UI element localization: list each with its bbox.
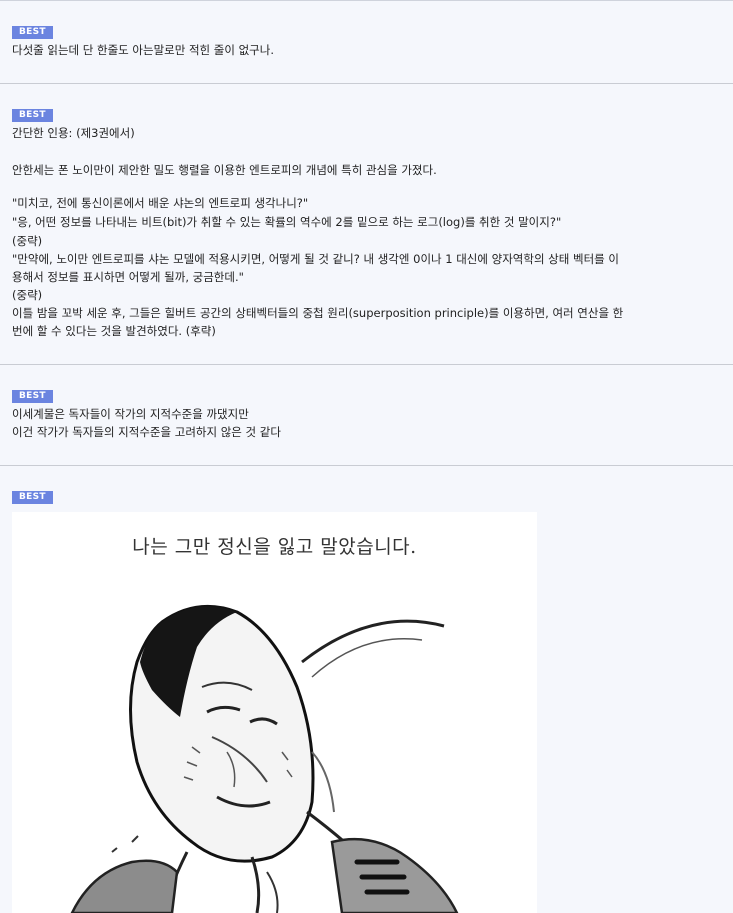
comment-text-line: 간단한 인용: (제3권에서) xyxy=(12,126,135,140)
comment-text-line: 이건 작가가 독자들의 지적수준을 고려하지 않은 것 같다 xyxy=(12,425,281,439)
comment-divider xyxy=(0,364,733,365)
comment-text-line: 안한세는 폰 노이만이 제안한 밀도 행렬을 이용한 엔트로피의 개념에 특히 … xyxy=(12,163,437,177)
best-badge: BEST xyxy=(12,390,53,403)
comment-text-line: "응, 어떤 정보를 나타내는 비트(bit)가 취할 수 있는 확률의 역수에… xyxy=(12,215,562,229)
best-badge: BEST xyxy=(12,109,53,122)
comment-text-line: "만약에, 노이만 엔트로피를 샤논 모델에 적용시키면, 어떻게 될 것 같니… xyxy=(12,252,619,266)
comment-text-line: 이틀 밤을 꼬박 세운 후, 그들은 힐버트 공간의 상태벡터들의 중첩 원리(… xyxy=(12,306,624,320)
comment-text-line: "미치코, 전에 통신이론에서 배운 샤논의 엔트로피 생각나니?" xyxy=(12,196,309,210)
comment-text-line: 용해서 정보를 표시하면 어떻게 될까, 궁금한데." xyxy=(12,270,244,284)
comment-list: BEST 다섯줄 읽는데 단 한줄도 아는말로만 적힌 줄이 없구나. BEST… xyxy=(0,0,733,913)
comment-text-line: 다섯줄 읽는데 단 한줄도 아는말로만 적힌 줄이 없구나. xyxy=(12,43,275,57)
best-badge: BEST xyxy=(12,26,53,39)
comment-divider xyxy=(0,83,733,84)
fainting-man-illustration xyxy=(70,604,459,913)
comment-divider xyxy=(0,465,733,466)
comment-text-line: (중략) xyxy=(12,288,43,302)
comment-text-line: 번에 할 수 있다는 것을 발견하였다. (후략) xyxy=(12,324,216,338)
best-badge: BEST xyxy=(12,491,53,504)
comment-text-line: (중략) xyxy=(12,234,43,248)
meme-caption: 나는 그만 정신을 잃고 말았습니다. xyxy=(132,536,417,558)
comment-text-line: 이세계물은 독자들이 작가의 지적수준을 까댔지만 xyxy=(12,407,249,421)
top-divider xyxy=(0,0,733,1)
meme-image: 나는 그만 정신을 잃고 말았습니다. xyxy=(12,512,537,913)
